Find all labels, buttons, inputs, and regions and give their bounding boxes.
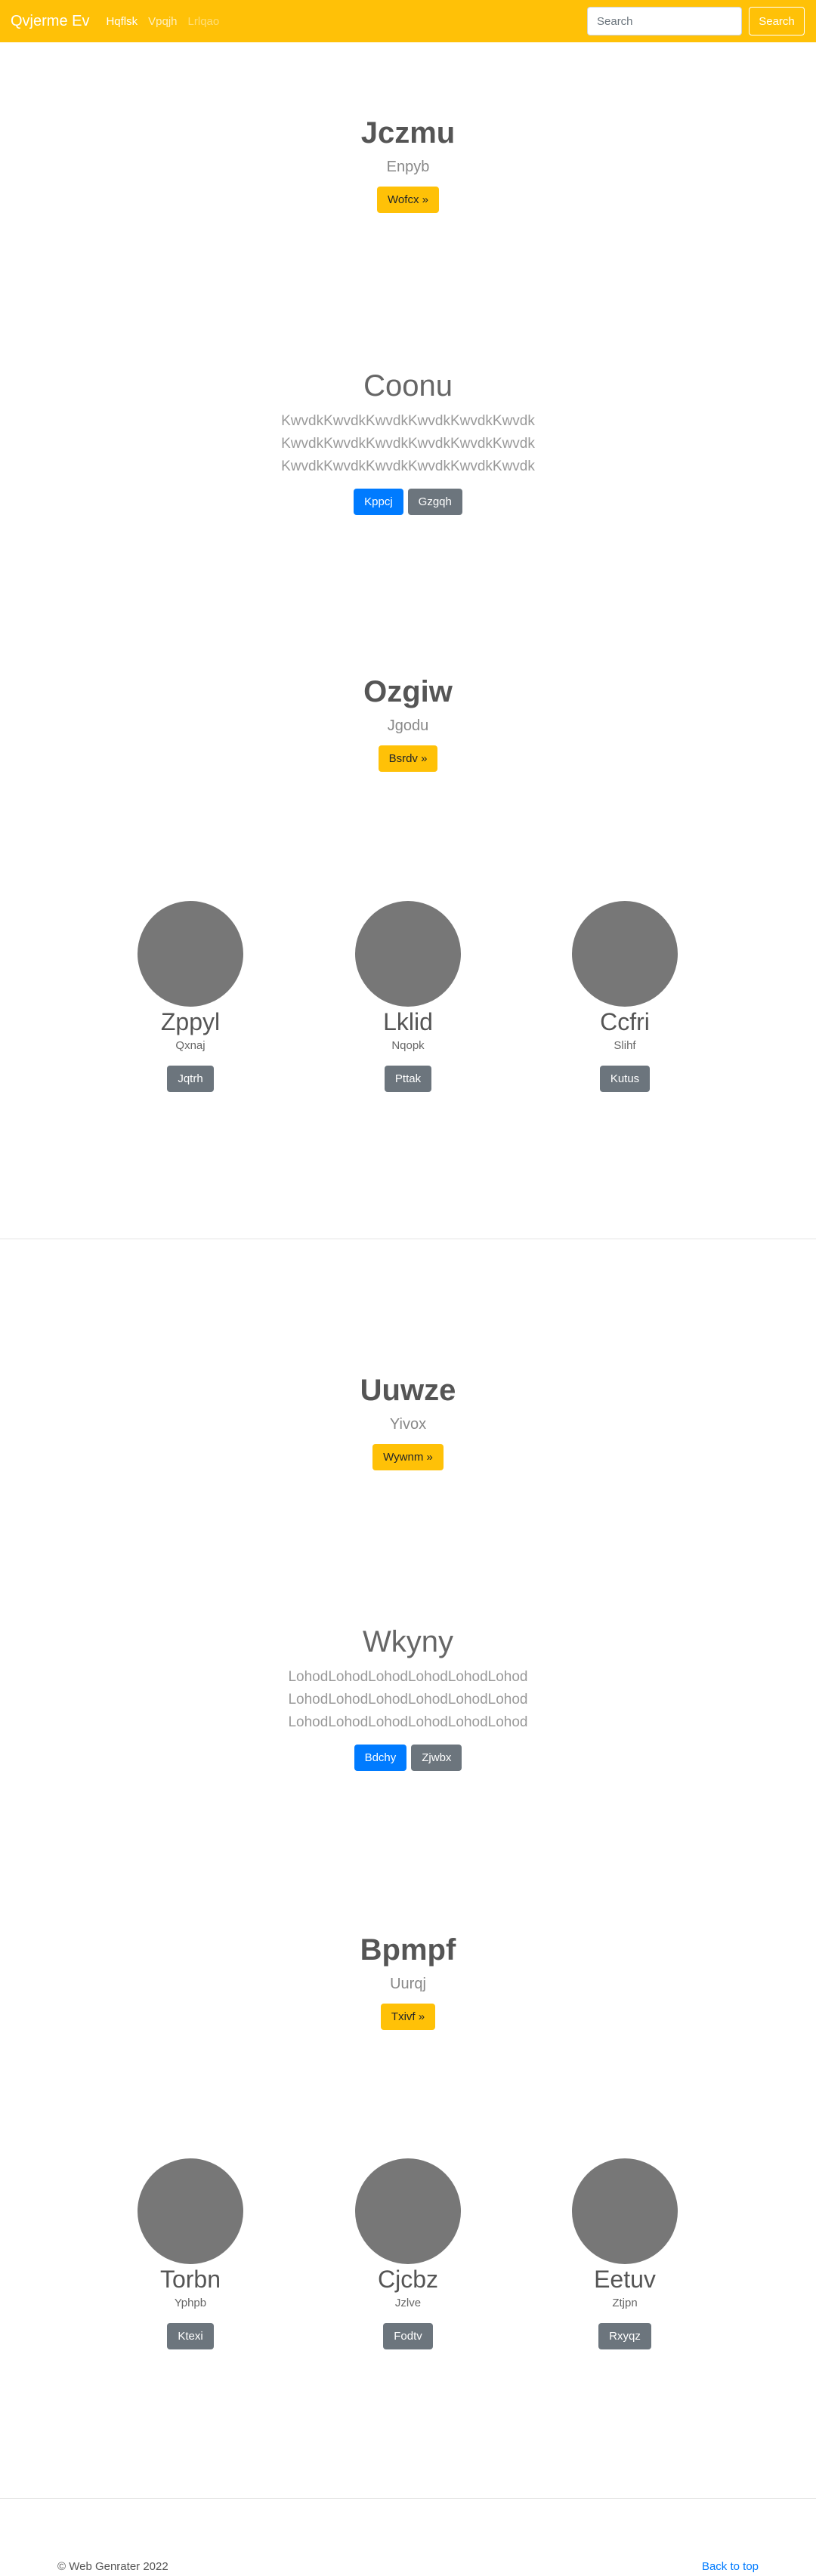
card-button[interactable]: Pttak <box>384 1066 432 1092</box>
card-name: Torbn <box>159 2266 221 2293</box>
brand-link[interactable]: Qvjerme Ev <box>11 13 89 30</box>
nav-link-1[interactable]: Hqflsk <box>106 15 138 28</box>
navbar: Qvjerme Ev Hqflsk Vpqjh Lrlqao Search <box>0 0 816 42</box>
section-title: Wkyny <box>363 1625 453 1658</box>
hero-section-2: Ozgiw Jgodu Bsrdv » <box>0 674 816 772</box>
section-line: LohodLohodLohodLohodLohodLohod <box>288 1669 528 1685</box>
card-2: Lklid Nqopk Pttak <box>317 901 499 1092</box>
section-line: KwvdkKwvdkKwvdkKwvdkKwvdkKwvdk <box>281 458 535 474</box>
hero-subtitle: Uurqj <box>390 1976 426 1992</box>
hero-section-4: Bpmpf Uurqj Txivf » <box>0 1932 816 2030</box>
hero-button[interactable]: Wofcx » <box>377 187 439 213</box>
card-subtitle: Slihf <box>614 1039 636 1052</box>
hero-title: Jczmu <box>360 116 456 150</box>
hero-title: Bpmpf <box>360 1933 456 1967</box>
card-button[interactable]: Ktexi <box>167 2323 214 2349</box>
card-6: Eetuv Ztjpn Rxyqz <box>534 2158 716 2349</box>
card-name: Zppyl <box>160 1008 221 1035</box>
secondary-button[interactable]: Zjwbx <box>411 1745 462 1771</box>
hero-subtitle: Jgodu <box>387 717 429 734</box>
avatar <box>355 901 461 1007</box>
hero-section-1: Jczmu Enpyb Wofcx » <box>0 115 816 213</box>
avatar <box>138 901 243 1007</box>
section-line: KwvdkKwvdkKwvdkKwvdkKwvdkKwvdk <box>281 413 535 429</box>
search-input[interactable] <box>587 7 742 35</box>
card-name: Eetuv <box>594 2266 656 2293</box>
card-subtitle: Ztjpn <box>612 2297 638 2309</box>
search-button[interactable]: Search <box>749 7 805 35</box>
section-line: LohodLohodLohodLohodLohodLohod <box>288 1692 528 1708</box>
card-button[interactable]: Kutus <box>599 1066 651 1092</box>
text-section-1: Coonu KwvdkKwvdkKwvdkKwvdkKwvdkKwvdk Kwv… <box>0 368 816 515</box>
card-subtitle: Yphpb <box>174 2297 207 2309</box>
card-name: Lklid <box>383 1008 433 1035</box>
card-name: Ccfri <box>600 1008 650 1035</box>
hero-section-3: Uuwze Yivox Wywnm » <box>0 1372 816 1470</box>
card-1: Zppyl Qxnaj Jqtrh <box>100 901 281 1092</box>
avatar <box>138 2158 243 2264</box>
back-to-top-link[interactable]: Back to top <box>702 2560 759 2573</box>
secondary-button[interactable]: Gzgqh <box>407 489 462 515</box>
hero-button[interactable]: Wywnm » <box>372 1444 444 1470</box>
hero-subtitle: Yivox <box>389 1416 427 1433</box>
avatar <box>572 2158 678 2264</box>
primary-button[interactable]: Bdchy <box>354 1745 407 1771</box>
section-title: Coonu <box>363 369 453 403</box>
footer-copyright: © Web Genrater 2022 <box>57 2560 168 2573</box>
card-button[interactable]: Rxyqz <box>598 2323 651 2349</box>
card-button[interactable]: Fodtv <box>383 2323 433 2349</box>
section-line: LohodLohodLohodLohodLohodLohod <box>288 1714 528 1730</box>
card-subtitle: Qxnaj <box>175 1039 206 1052</box>
section-line: KwvdkKwvdkKwvdkKwvdkKwvdkKwvdk <box>281 436 535 452</box>
divider <box>0 2498 816 2499</box>
card-subtitle: Nqopk <box>391 1039 425 1052</box>
nav-link-2[interactable]: Vpqjh <box>148 15 177 28</box>
hero-title: Ozgiw <box>363 675 453 708</box>
primary-button[interactable]: Kppcj <box>354 489 403 515</box>
avatar <box>355 2158 461 2264</box>
card-3: Ccfri Slihf Kutus <box>534 901 716 1092</box>
nav-link-3[interactable]: Lrlqao <box>188 15 220 28</box>
card-subtitle: Jzlve <box>394 2297 422 2309</box>
hero-title: Uuwze <box>360 1374 456 1407</box>
hero-subtitle: Enpyb <box>386 159 430 175</box>
hero-button[interactable]: Txivf » <box>380 2004 436 2030</box>
card-4: Torbn Yphpb Ktexi <box>100 2158 281 2349</box>
text-section-2: Wkyny LohodLohodLohodLohodLohodLohod Loh… <box>0 1624 816 1771</box>
card-name: Cjcbz <box>377 2266 438 2293</box>
card-button[interactable]: Jqtrh <box>167 1066 214 1092</box>
hero-button[interactable]: Bsrdv » <box>378 745 438 772</box>
card-5: Cjcbz Jzlve Fodtv <box>317 2158 499 2349</box>
avatar <box>572 901 678 1007</box>
